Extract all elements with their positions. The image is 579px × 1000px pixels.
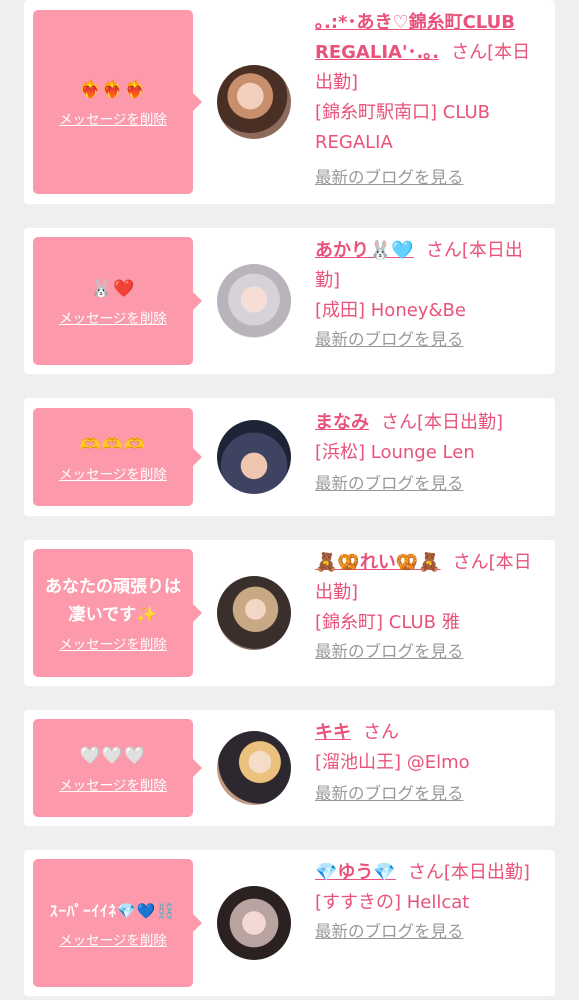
cast-info: あかり🐰🩵 さん[本日出勤] [成田] Honey&Be 最新のブログを見る [315, 236, 545, 354]
cast-status: さん[本日出勤] [381, 412, 504, 433]
list-item: 🐰❤️ メッセージを削除 あかり🐰🩵 さん[本日出勤] [成田] Honey&Be… [24, 228, 555, 374]
cast-status: さん [363, 722, 399, 743]
cast-name-link[interactable]: 🧸🥨れい🥨🧸 [315, 552, 441, 573]
delete-message-link[interactable]: メッセージを削除 [59, 307, 167, 327]
message-text: 🫶🫶🫶 [79, 435, 147, 455]
message-list: ❤️‍🔥❤️‍🔥❤️‍🔥 メッセージを削除 ｡.:*･あき♡錦糸町CLUB RE… [0, 0, 579, 1000]
message-bubble: 🫶🫶🫶 メッセージを削除 [33, 408, 202, 506]
cast-info: キキ さん [溜池山王] @Elmo 最新のブログを見る [315, 718, 545, 808]
avatar[interactable] [217, 576, 291, 650]
avatar[interactable] [217, 886, 291, 960]
message-bubble: 🤍🤍🤍 メッセージを削除 [33, 719, 202, 817]
avatar[interactable] [217, 65, 291, 139]
message-text: 🤍🤍🤍 [79, 746, 147, 766]
list-item: ❤️‍🔥❤️‍🔥❤️‍🔥 メッセージを削除 ｡.:*･あき♡錦糸町CLUB RE… [24, 0, 555, 204]
list-item: あなたの頑張りは凄いです✨ メッセージを削除 🧸🥨れい🥨🧸 さん[本日出勤] [錦… [24, 540, 555, 686]
avatar[interactable] [217, 264, 291, 338]
latest-blog-link[interactable]: 最新のブログを見る [315, 470, 545, 498]
avatar[interactable] [217, 731, 291, 805]
shop-name: [錦糸町駅南口] CLUB REGALIA [315, 102, 490, 153]
message-text: 🐰❤️ [90, 279, 136, 299]
latest-blog-link[interactable]: 最新のブログを見る [315, 918, 545, 946]
message-text: ❤️‍🔥❤️‍🔥❤️‍🔥 [79, 80, 147, 100]
delete-message-link[interactable]: メッセージを削除 [59, 929, 167, 949]
shop-name: [錦糸町] CLUB 雅 [315, 612, 460, 633]
cast-info: 💎ゆう💎 さん[本日出勤] [すすきの] Hellcat 最新のブログを見る [315, 858, 545, 946]
message-bubble: ❤️‍🔥❤️‍🔥❤️‍🔥 メッセージを削除 [33, 10, 202, 194]
cast-name-link[interactable]: 💎ゆう💎 [315, 862, 396, 883]
latest-blog-link[interactable]: 最新のブログを見る [315, 638, 545, 666]
latest-blog-link[interactable]: 最新のブログを見る [315, 164, 545, 192]
cast-status: さん[本日出勤] [407, 862, 530, 883]
list-item: 🤍🤍🤍 メッセージを削除 キキ さん [溜池山王] @Elmo 最新のブログを見る [24, 710, 555, 826]
message-bubble: あなたの頑張りは凄いです✨ メッセージを削除 [33, 549, 202, 677]
list-item: ｽｰﾊﾟｰｲｲﾈ💎💙⛓️ メッセージを削除 💎ゆう💎 さん[本日出勤] [すすきの… [24, 850, 555, 996]
latest-blog-link[interactable]: 最新のブログを見る [315, 780, 545, 808]
avatar[interactable] [217, 420, 291, 494]
cast-name-link[interactable]: まなみ [315, 412, 369, 433]
list-item: 🫶🫶🫶 メッセージを削除 まなみ さん[本日出勤] [浜松] Lounge Len… [24, 398, 555, 516]
delete-message-link[interactable]: メッセージを削除 [59, 633, 167, 653]
message-text: あなたの頑張りは凄いです✨ [45, 577, 181, 625]
shop-name: [溜池山王] @Elmo [315, 752, 470, 773]
shop-name: [浜松] Lounge Len [315, 442, 475, 463]
latest-blog-link[interactable]: 最新のブログを見る [315, 326, 545, 354]
cast-name-link[interactable]: キキ [315, 722, 351, 743]
delete-message-link[interactable]: メッセージを削除 [59, 108, 167, 128]
shop-name: [すすきの] Hellcat [315, 892, 470, 913]
cast-name-link[interactable]: あかり🐰🩵 [315, 240, 414, 261]
cast-info: ｡.:*･あき♡錦糸町CLUB REGALIA'･.｡. さん[本日出勤] [錦糸… [315, 8, 545, 192]
delete-message-link[interactable]: メッセージを削除 [59, 463, 167, 483]
shop-name: [成田] Honey&Be [315, 300, 466, 321]
delete-message-link[interactable]: メッセージを削除 [59, 774, 167, 794]
message-bubble: 🐰❤️ メッセージを削除 [33, 237, 202, 365]
cast-info: 🧸🥨れい🥨🧸 さん[本日出勤] [錦糸町] CLUB 雅 最新のブログを見る [315, 548, 545, 666]
message-bubble: ｽｰﾊﾟｰｲｲﾈ💎💙⛓️ メッセージを削除 [33, 859, 202, 987]
cast-info: まなみ さん[本日出勤] [浜松] Lounge Len 最新のブログを見る [315, 408, 545, 498]
message-text: ｽｰﾊﾟｰｲｲﾈ💎💙⛓️ [49, 902, 177, 920]
